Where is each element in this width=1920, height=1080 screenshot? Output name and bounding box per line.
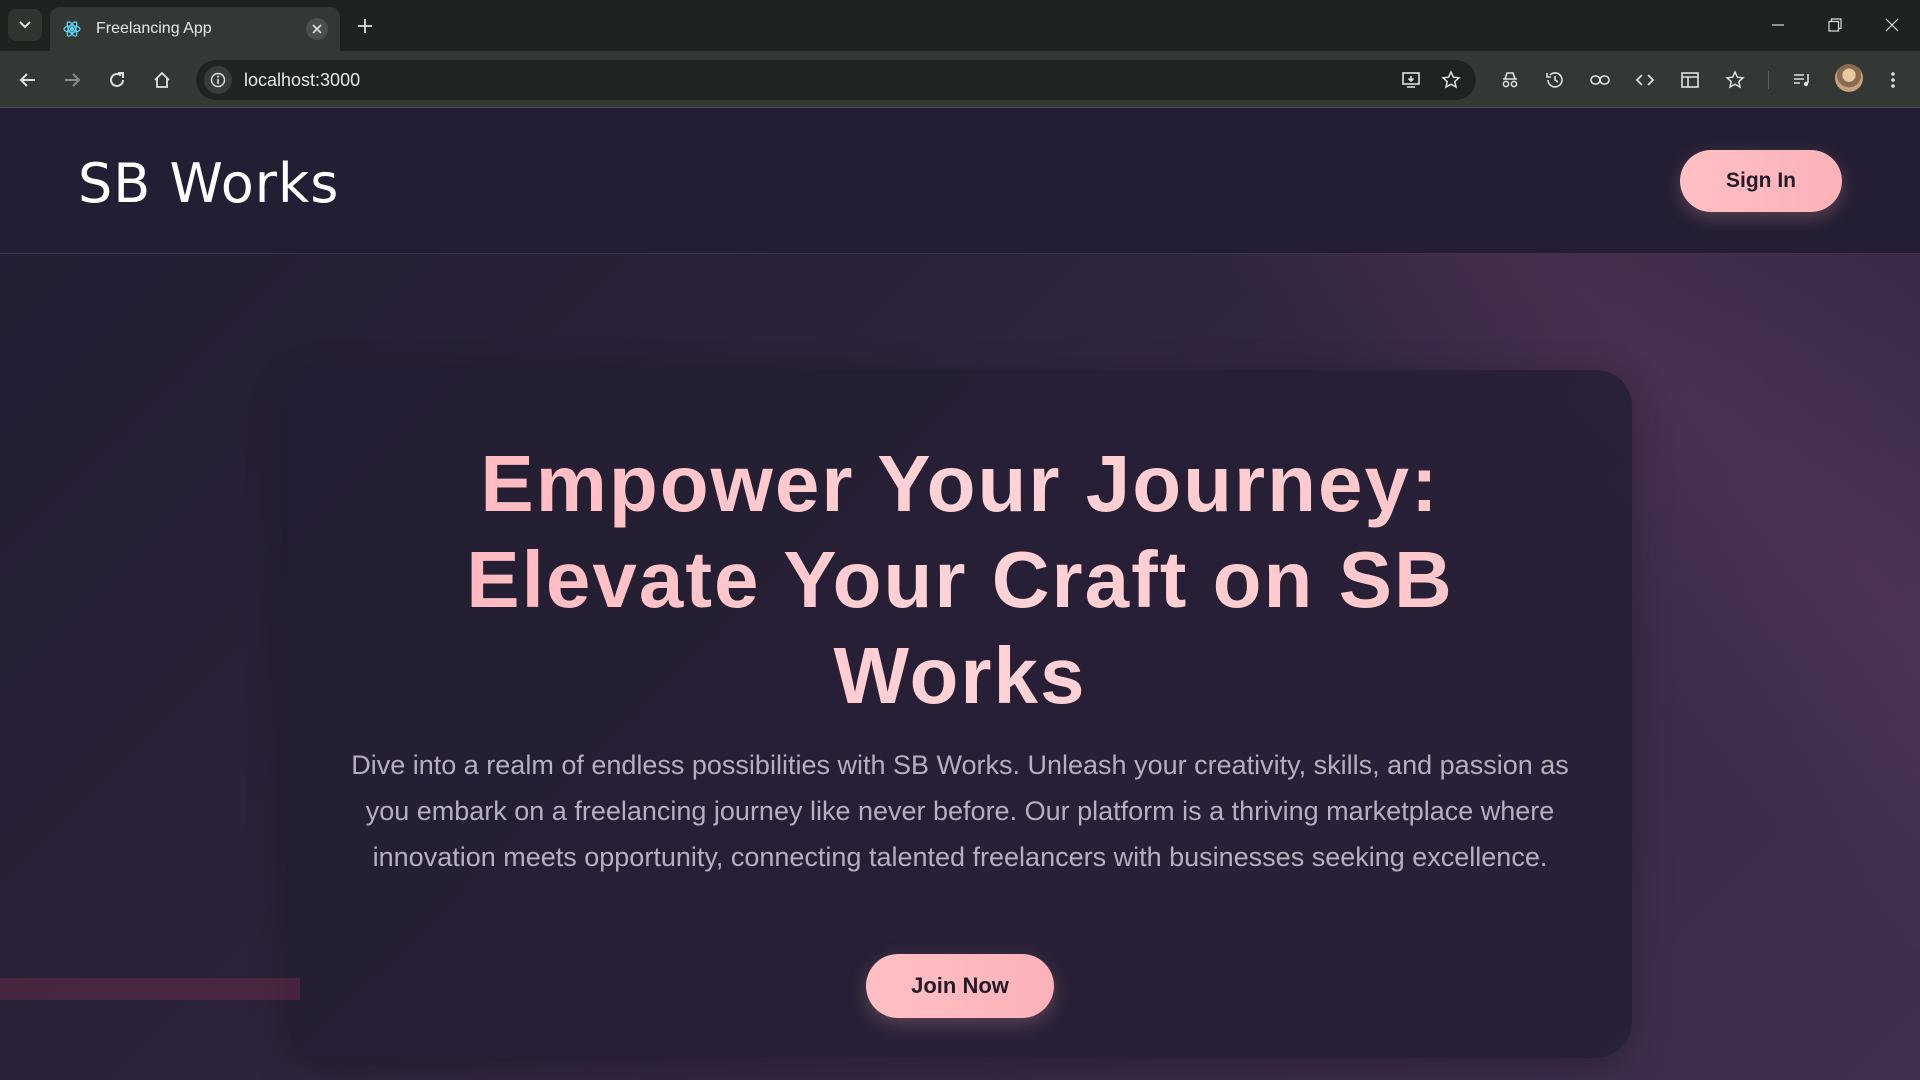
incognito-icon[interactable] xyxy=(1495,65,1525,95)
browser-tab[interactable]: Freelancing App xyxy=(50,7,340,51)
browser-toolbar: localhost:3000 xyxy=(0,51,1920,108)
back-icon[interactable] xyxy=(13,65,43,95)
tab-title: Freelancing App xyxy=(96,20,212,37)
react-favicon-icon xyxy=(62,19,82,39)
join-now-button[interactable]: Join Now xyxy=(866,954,1054,1018)
minimize-icon[interactable] xyxy=(1749,0,1806,50)
media-icon[interactable] xyxy=(1787,65,1817,95)
sidebar-icon[interactable] xyxy=(1675,65,1705,95)
tab-search-icon[interactable] xyxy=(8,9,42,41)
history-icon[interactable] xyxy=(1540,65,1570,95)
code-icon[interactable] xyxy=(1630,65,1660,95)
hero-title-line-2: Elevate Your Craft on SB xyxy=(466,535,1454,624)
hero-card: Empower Your Journey: Elevate Your Craft… xyxy=(288,370,1632,1058)
sign-in-button[interactable]: Sign In xyxy=(1680,150,1842,212)
plus-icon[interactable] xyxy=(352,13,378,39)
site-logo[interactable]: SB Works xyxy=(78,152,339,215)
window-controls xyxy=(1749,0,1920,50)
install-icon[interactable] xyxy=(1396,65,1426,95)
restore-icon[interactable] xyxy=(1806,0,1863,50)
window-close-icon[interactable] xyxy=(1863,0,1920,50)
close-icon[interactable] xyxy=(306,18,328,40)
home-icon[interactable] xyxy=(147,65,177,95)
toolbar-divider xyxy=(1768,71,1769,89)
hero-title-line-1: Empower Your Journey: xyxy=(480,439,1440,528)
hero-text-line-2: you embark on a freelancing journey like… xyxy=(365,796,1555,826)
bookmark-star-icon[interactable] xyxy=(1720,65,1750,95)
site-navbar: SB Works Sign In xyxy=(0,108,1920,254)
web-page: SB Works Sign In Empower Your Journey: E… xyxy=(0,108,1920,1080)
profile-avatar[interactable] xyxy=(1835,64,1863,92)
hero-description: Dive into a realm of endless possibiliti… xyxy=(343,742,1577,880)
address-bar[interactable]: localhost:3000 xyxy=(196,60,1476,100)
forward-icon[interactable] xyxy=(57,65,87,95)
url-text[interactable]: localhost:3000 xyxy=(244,70,1396,91)
reload-icon[interactable] xyxy=(102,65,132,95)
hero-text-line-1: Dive into a realm of endless possibiliti… xyxy=(351,750,1569,780)
star-icon[interactable] xyxy=(1436,65,1466,95)
hero-title: Empower Your Journey: Elevate Your Craft… xyxy=(348,436,1572,724)
hero-title-line-3: Works xyxy=(833,631,1087,720)
info-icon[interactable] xyxy=(204,66,232,94)
browser-tabstrip: Freelancing App xyxy=(0,0,1920,51)
link-icon[interactable] xyxy=(1585,65,1615,95)
hero-text-line-3: innovation meets opportunity, connecting… xyxy=(372,842,1548,872)
menu-icon[interactable] xyxy=(1878,65,1908,95)
